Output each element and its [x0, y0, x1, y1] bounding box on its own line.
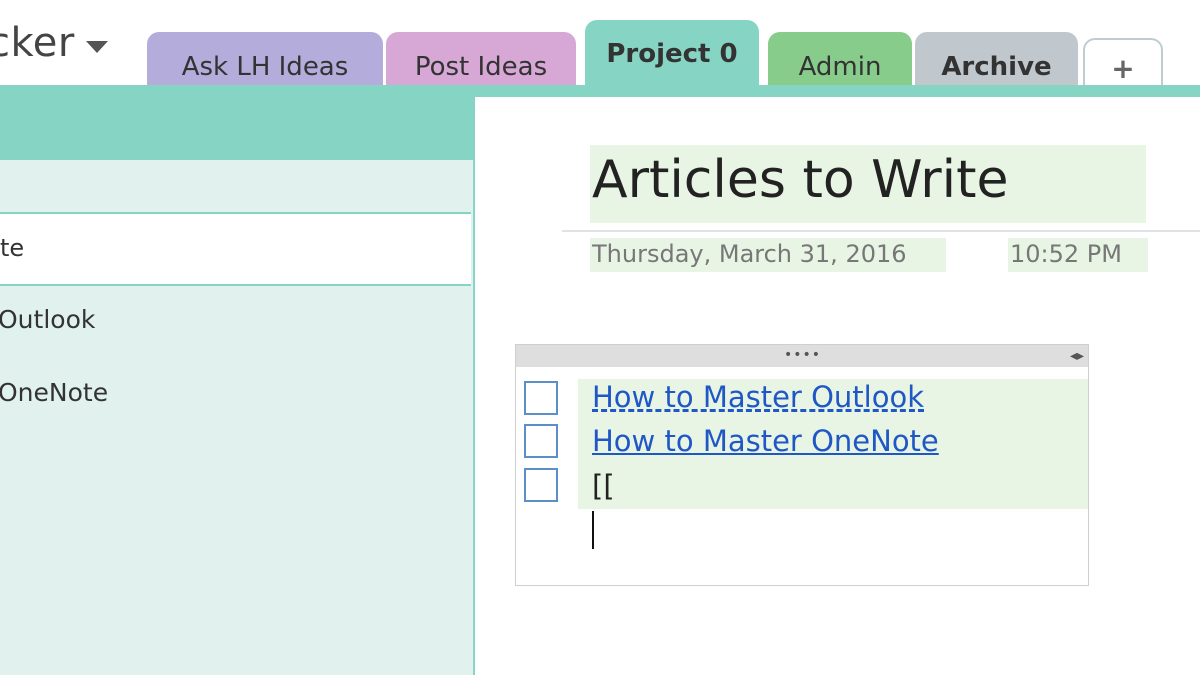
- note-container-handle[interactable]: •••• ◂▸: [516, 345, 1088, 367]
- notebook-title[interactable]: cker: [0, 20, 75, 66]
- tab-label: Post Ideas: [414, 52, 548, 82]
- plus-icon: +: [1111, 51, 1135, 85]
- add-section-button[interactable]: +: [1083, 38, 1163, 88]
- tab-archive[interactable]: Archive: [915, 32, 1078, 92]
- drag-grip-icon[interactable]: ••••: [784, 348, 821, 362]
- todo-checkbox[interactable]: [524, 468, 558, 502]
- resize-arrows-icon[interactable]: ◂▸: [1070, 347, 1084, 365]
- todo-link-onenote[interactable]: How to Master OneNote: [592, 424, 939, 458]
- page-list-item-onenote[interactable]: OneNote: [0, 378, 108, 407]
- note-container[interactable]: •••• ◂▸ How to Master Outlook How to Mas…: [515, 344, 1089, 586]
- tab-admin[interactable]: Admin: [768, 32, 912, 92]
- page-list-row[interactable]: [0, 160, 471, 214]
- tab-ask-lh-ideas[interactable]: Ask LH Ideas: [147, 32, 383, 92]
- page-list-item-outlook[interactable]: Outlook: [0, 305, 95, 334]
- tab-project-0[interactable]: Project 0: [585, 20, 759, 95]
- page-title[interactable]: Articles to Write: [592, 150, 1008, 210]
- text-cursor: [592, 511, 594, 549]
- todo-text[interactable]: [[: [592, 469, 615, 503]
- section-tab-strip: [0, 85, 1200, 97]
- notebook-dropdown-caret-icon[interactable]: [86, 41, 108, 53]
- tab-label: Ask LH Ideas: [181, 52, 349, 82]
- tab-label: Archive: [941, 52, 1052, 82]
- tab-post-ideas[interactable]: Post Ideas: [386, 32, 576, 92]
- page-list-row-selected[interactable]: te: [0, 214, 471, 286]
- tab-label: Admin: [798, 52, 882, 82]
- todo-checkbox[interactable]: [524, 381, 558, 415]
- page-list-label: te: [0, 234, 25, 262]
- page-time: 10:52 PM: [1010, 240, 1122, 268]
- title-divider: [562, 230, 1200, 232]
- page-date: Thursday, March 31, 2016: [592, 240, 907, 268]
- page-list-header[interactable]: [0, 97, 473, 160]
- todo-checkbox[interactable]: [524, 424, 558, 458]
- todo-link-outlook[interactable]: How to Master Outlook: [592, 380, 924, 414]
- tab-label: Project 0: [606, 38, 738, 69]
